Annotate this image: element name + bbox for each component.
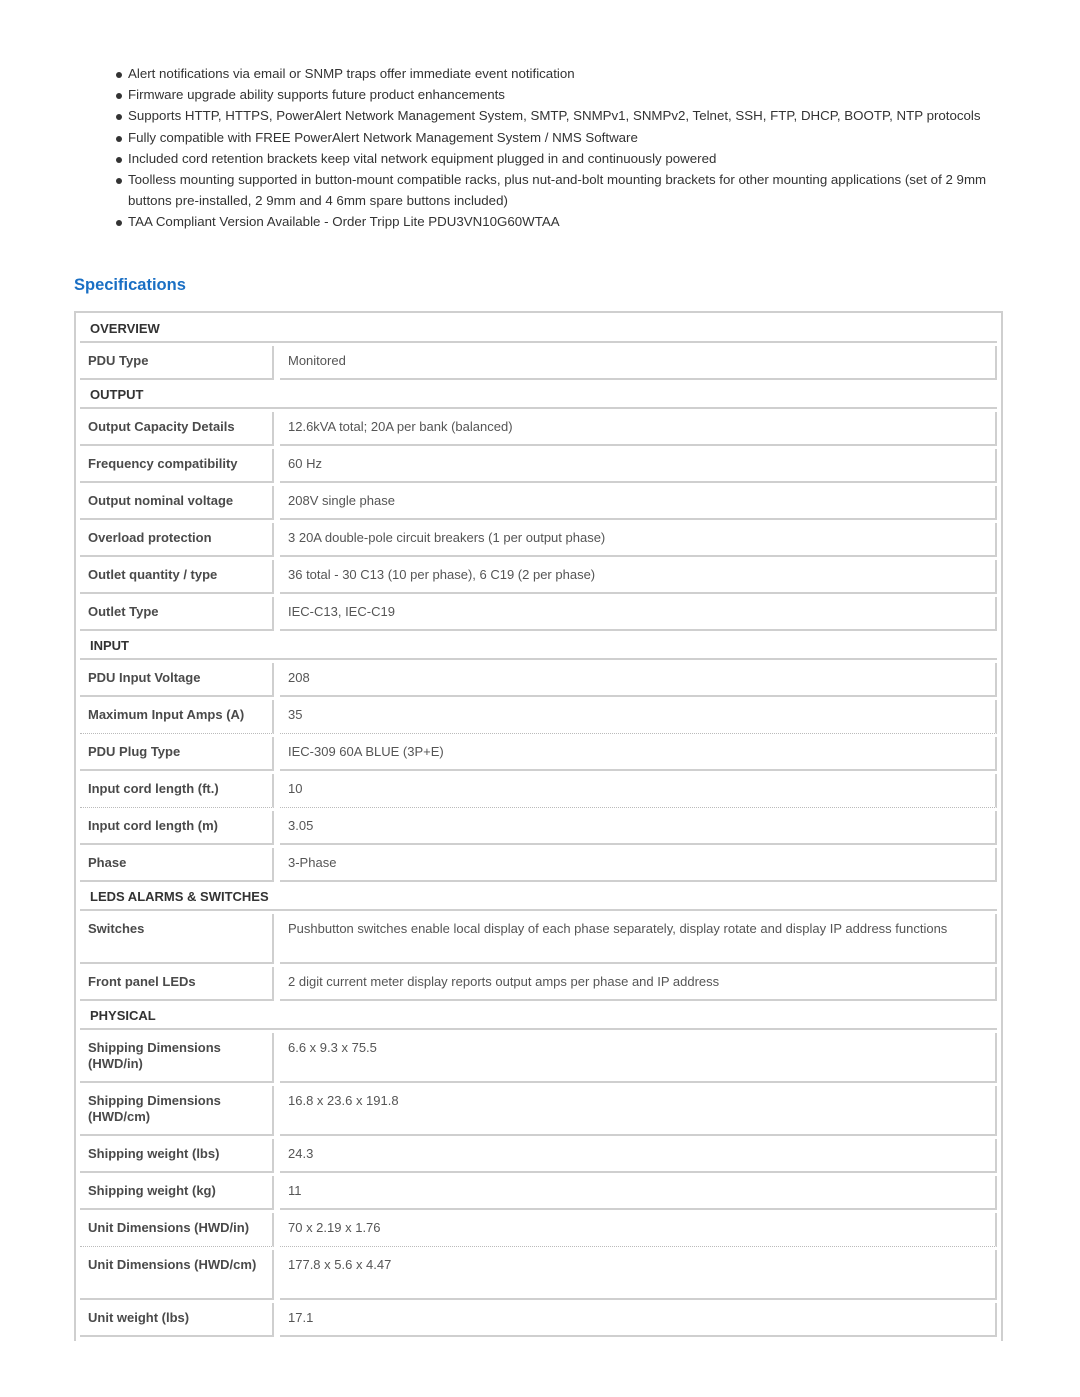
spec-label: PDU Type: [80, 346, 274, 380]
spec-row: PDU Input Voltage 208: [80, 663, 997, 697]
spec-value: 208V single phase: [280, 486, 997, 520]
spec-row: Unit weight (lbs) 17.1: [80, 1303, 997, 1337]
bullet-icon: [116, 93, 122, 100]
spec-row: Input cord length (ft.) 10: [80, 774, 997, 808]
spec-value: 24.3: [280, 1139, 997, 1173]
spec-value: 3.05: [280, 811, 997, 845]
spec-label: PDU Plug Type: [80, 737, 274, 771]
spec-row: Shipping weight (lbs) 24.3: [80, 1139, 997, 1173]
specifications-table: OVERVIEW PDU Type Monitored OUTPUT Outpu…: [74, 311, 1003, 1341]
bullet-icon: [116, 72, 122, 78]
feature-item: Toolless mounting supported in button-mo…: [116, 169, 1006, 211]
spec-row: Unit Dimensions (HWD/cm) 177.8 x 5.6 x 4…: [80, 1250, 997, 1300]
spec-value: IEC-C13, IEC-C19: [280, 597, 997, 631]
spec-row: Outlet Type IEC-C13, IEC-C19: [80, 597, 997, 631]
spec-label: Outlet quantity / type: [80, 560, 274, 594]
spec-row: Shipping Dimensions (HWD/cm) 16.8 x 23.6…: [80, 1086, 997, 1136]
spec-label: Outlet Type: [80, 597, 274, 631]
bullet-icon: [116, 178, 122, 185]
spec-value: 6.6 x 9.3 x 75.5: [280, 1033, 997, 1083]
spec-label: Frequency compatibility: [80, 449, 274, 483]
spec-label: Switches: [80, 914, 274, 964]
feature-list: Alert notifications via email or SNMP tr…: [116, 63, 1006, 233]
spec-value: 3 20A double-pole circuit breakers (1 pe…: [280, 523, 997, 557]
spec-row: Frequency compatibility 60 Hz: [80, 449, 997, 483]
spec-value: 177.8 x 5.6 x 4.47: [280, 1250, 997, 1300]
spec-value: 60 Hz: [280, 449, 997, 483]
spec-value: 11: [280, 1176, 997, 1210]
spec-value: Monitored: [280, 346, 997, 380]
feature-item: Firmware upgrade ability supports future…: [116, 84, 1006, 105]
spec-label: Unit weight (lbs): [80, 1303, 274, 1337]
spec-row: Maximum Input Amps (A) 35: [80, 700, 997, 734]
spec-value: 3-Phase: [280, 848, 997, 882]
spec-row: Phase 3-Phase: [80, 848, 997, 882]
section-heading-input: INPUT: [80, 634, 997, 660]
spec-row: Outlet quantity / type 36 total - 30 C13…: [80, 560, 997, 594]
spec-value: 16.8 x 23.6 x 191.8: [280, 1086, 997, 1136]
spec-row: PDU Type Monitored: [80, 346, 997, 380]
spec-value: 70 x 2.19 x 1.76: [280, 1213, 997, 1247]
feature-item: TAA Compliant Version Available - Order …: [116, 211, 1006, 232]
spec-row: Output Capacity Details 12.6kVA total; 2…: [80, 412, 997, 446]
spec-label: Output Capacity Details: [80, 412, 274, 446]
spec-value: 2 digit current meter display reports ou…: [280, 967, 997, 1001]
section-heading-physical: PHYSICAL: [80, 1004, 997, 1030]
spec-label: Unit Dimensions (HWD/cm): [80, 1250, 274, 1300]
feature-item: Fully compatible with FREE PowerAlert Ne…: [116, 127, 1006, 148]
bullet-icon: [116, 135, 122, 142]
spec-value: 208: [280, 663, 997, 697]
spec-label: Output nominal voltage: [80, 486, 274, 520]
spec-row: Input cord length (m) 3.05: [80, 811, 997, 845]
bullet-icon: [116, 156, 122, 163]
spec-label: Shipping Dimensions (HWD/in): [80, 1033, 274, 1083]
spec-label: Input cord length (m): [80, 811, 274, 845]
spec-row: Front panel LEDs 2 digit current meter d…: [80, 967, 997, 1001]
spec-row: Unit Dimensions (HWD/in) 70 x 2.19 x 1.7…: [80, 1213, 997, 1247]
spec-value: 10: [280, 774, 997, 808]
spec-value: 35: [280, 700, 997, 734]
spec-row: Overload protection 3 20A double-pole ci…: [80, 523, 997, 557]
bullet-icon: [116, 114, 122, 121]
feature-item: Alert notifications via email or SNMP tr…: [116, 63, 1006, 84]
spec-value: IEC-309 60A BLUE (3P+E): [280, 737, 997, 771]
spec-row: Output nominal voltage 208V single phase: [80, 486, 997, 520]
spec-label: Shipping weight (kg): [80, 1176, 274, 1210]
spec-label: Unit Dimensions (HWD/in): [80, 1213, 274, 1247]
spec-value: 36 total - 30 C13 (10 per phase), 6 C19 …: [280, 560, 997, 594]
bullet-icon: [116, 220, 122, 227]
spec-label: Front panel LEDs: [80, 967, 274, 1001]
spec-label: Shipping weight (lbs): [80, 1139, 274, 1173]
spec-row: Shipping Dimensions (HWD/in) 6.6 x 9.3 x…: [80, 1033, 997, 1083]
spec-value: 17.1: [280, 1303, 997, 1337]
section-heading-overview: OVERVIEW: [80, 317, 997, 343]
spec-label: PDU Input Voltage: [80, 663, 274, 697]
feature-item: Supports HTTP, HTTPS, PowerAlert Network…: [116, 105, 1006, 126]
spec-label: Maximum Input Amps (A): [80, 700, 274, 734]
spec-label: Input cord length (ft.): [80, 774, 274, 808]
spec-row: Shipping weight (kg) 11: [80, 1176, 997, 1210]
spec-label: Overload protection: [80, 523, 274, 557]
section-heading-leds-alarms-switches: LEDS ALARMS & SWITCHES: [80, 885, 997, 911]
spec-row: Switches Pushbutton switches enable loca…: [80, 914, 997, 964]
section-heading-output: OUTPUT: [80, 383, 997, 409]
spec-label: Shipping Dimensions (HWD/cm): [80, 1086, 274, 1136]
specifications-heading: Specifications: [74, 276, 186, 294]
spec-row: PDU Plug Type IEC-309 60A BLUE (3P+E): [80, 737, 997, 771]
spec-value: Pushbutton switches enable local display…: [280, 914, 997, 964]
spec-value: 12.6kVA total; 20A per bank (balanced): [280, 412, 997, 446]
spec-label: Phase: [80, 848, 274, 882]
feature-item: Included cord retention brackets keep vi…: [116, 148, 1006, 169]
